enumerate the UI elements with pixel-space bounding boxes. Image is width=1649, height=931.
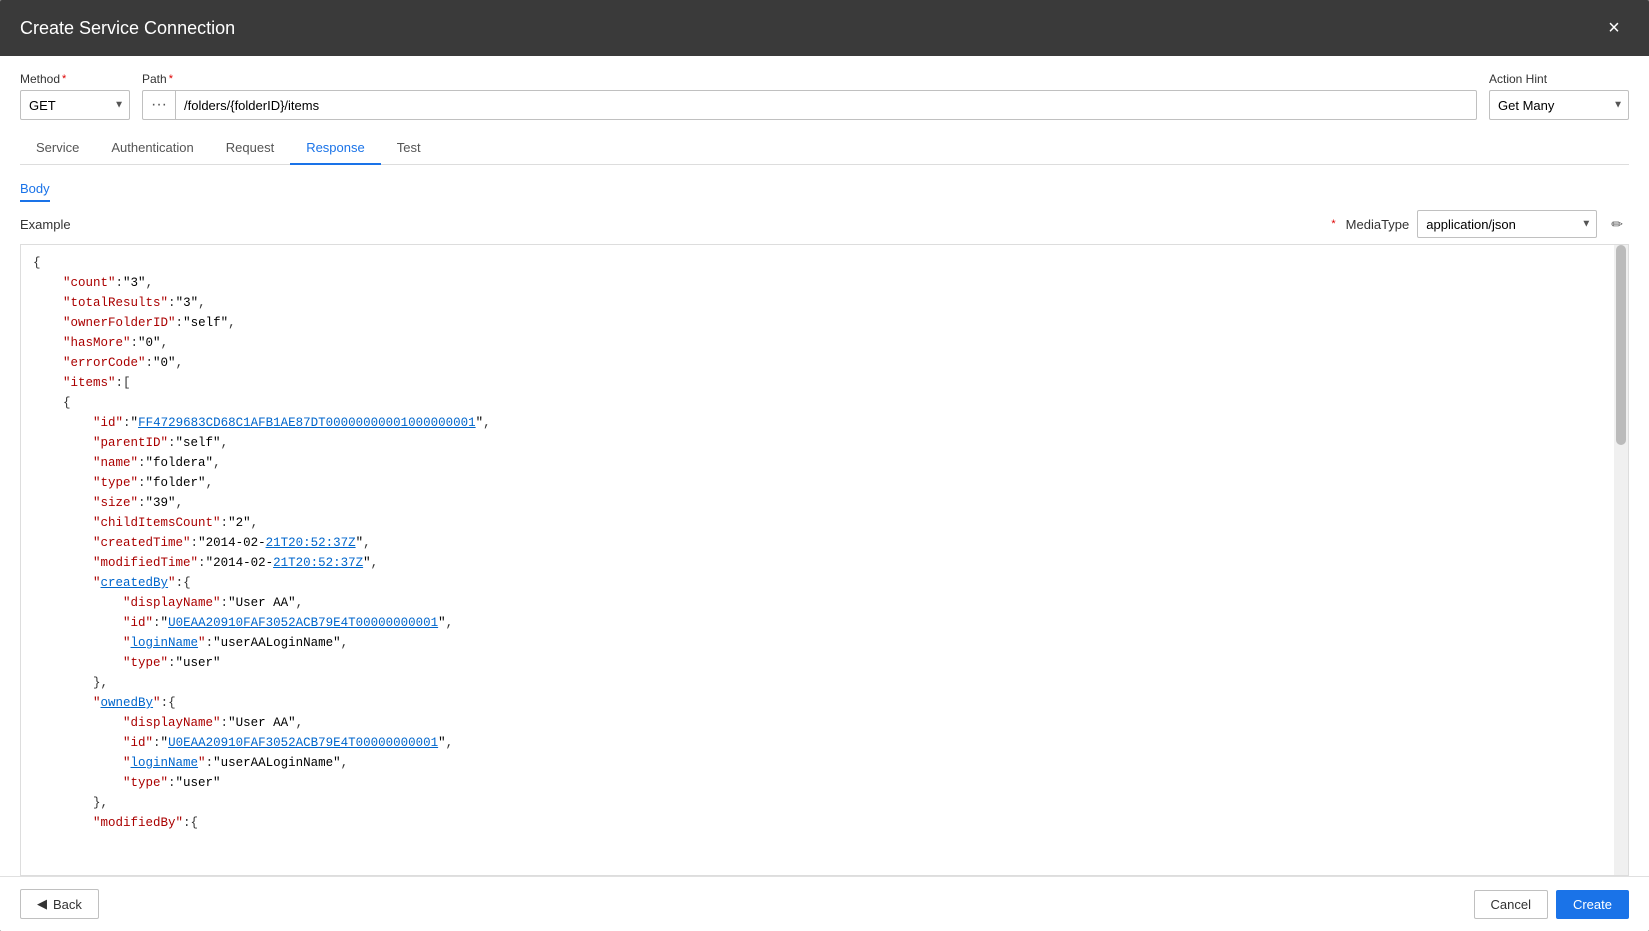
action-hint-label: Action Hint — [1489, 72, 1629, 86]
path-input-wrap: ··· — [142, 90, 1477, 120]
footer-left: ◀ Back — [20, 889, 99, 919]
method-label: Method * — [20, 72, 130, 86]
path-dots-button[interactable]: ··· — [143, 91, 176, 119]
example-label: Example — [20, 217, 71, 232]
back-chevron-icon: ◀ — [37, 896, 47, 912]
scrollbar-thumb[interactable] — [1616, 245, 1626, 445]
modal-title: Create Service Connection — [20, 18, 235, 39]
tab-service[interactable]: Service — [20, 132, 95, 165]
modal-overlay: Create Service Connection × Method * GET… — [0, 0, 1649, 931]
modal-body: Method * GET POST PUT PATCH DELETE ▼ — [0, 56, 1649, 876]
path-field: Path * ··· — [142, 72, 1477, 120]
method-field: Method * GET POST PUT PATCH DELETE ▼ — [20, 72, 130, 120]
edit-button[interactable]: ✏ — [1605, 212, 1629, 237]
path-label: Path * — [142, 72, 1477, 86]
create-button[interactable]: Create — [1556, 890, 1629, 919]
example-media-row: Example * MediaType application/json tex… — [20, 210, 1629, 238]
method-select-wrap: GET POST PUT PATCH DELETE ▼ — [20, 90, 130, 120]
action-hint-select[interactable]: Get Many Get One Create Update Delete — [1489, 90, 1629, 120]
top-row: Method * GET POST PUT PATCH DELETE ▼ — [20, 72, 1629, 120]
tab-request[interactable]: Request — [210, 132, 290, 165]
path-input[interactable] — [176, 98, 1476, 113]
modal-footer: ◀ Back Cancel Create — [0, 876, 1649, 931]
tab-content-response: Body Example * MediaType application/jso… — [20, 165, 1629, 876]
tabs-row: Service Authentication Request Response … — [20, 132, 1629, 165]
code-editor[interactable]: { "count":"3", "totalResults":"3", "owne… — [21, 245, 1628, 875]
modal-header: Create Service Connection × — [0, 0, 1649, 56]
back-button[interactable]: ◀ Back — [20, 889, 99, 919]
method-select[interactable]: GET POST PUT PATCH DELETE — [20, 90, 130, 120]
footer-right: Cancel Create — [1474, 890, 1630, 919]
body-tabs-row: Body — [20, 177, 1629, 202]
action-hint-field: Action Hint Get Many Get One Create Upda… — [1489, 72, 1629, 120]
tab-response[interactable]: Response — [290, 132, 381, 165]
close-button[interactable]: × — [1599, 13, 1629, 43]
action-hint-select-wrap: Get Many Get One Create Update Delete ▼ — [1489, 90, 1629, 120]
cancel-button[interactable]: Cancel — [1474, 890, 1548, 919]
tab-authentication[interactable]: Authentication — [95, 132, 209, 165]
scrollbar-track — [1614, 245, 1628, 875]
body-tab[interactable]: Body — [20, 177, 50, 202]
code-editor-wrap: { "count":"3", "totalResults":"3", "owne… — [20, 244, 1629, 876]
media-type-select-wrap: application/json text/xml text/plain ▼ — [1417, 210, 1597, 238]
create-service-connection-modal: Create Service Connection × Method * GET… — [0, 0, 1649, 931]
media-type-row: * MediaType application/json text/xml te… — [1331, 210, 1629, 238]
media-type-label: MediaType — [1346, 217, 1410, 232]
tab-test[interactable]: Test — [381, 132, 437, 165]
media-type-select[interactable]: application/json text/xml text/plain — [1417, 210, 1597, 238]
